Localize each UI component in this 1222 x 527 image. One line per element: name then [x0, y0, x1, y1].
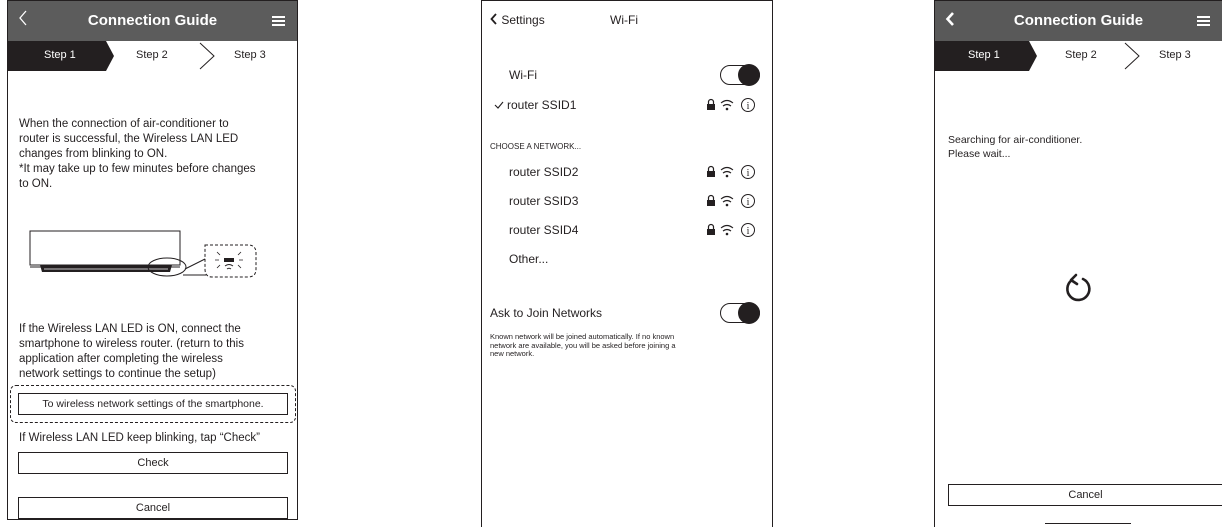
step-2-label: Step 2: [136, 49, 168, 61]
network-status-icons: i: [707, 165, 755, 179]
text-line: router is successful, the Wireless LAN L…: [19, 133, 239, 145]
lock-icon: [707, 200, 715, 206]
step-1-label: Step 1: [968, 49, 1000, 61]
led-on-instructions: If the Wireless LAN LED is ON, connect t…: [19, 322, 244, 382]
network-status-icons: i: [707, 223, 755, 237]
step-indicator: Step 1 Step 2 Step 3: [8, 41, 297, 71]
ask-to-join-note: Known network will be joined automatical…: [490, 332, 676, 359]
success-instructions: When the connection of air-conditioner t…: [19, 117, 256, 192]
step-chevron-icon: [1124, 42, 1140, 70]
wifi-toggle-row: Wi-Fi: [482, 63, 772, 87]
info-icon: i: [747, 197, 750, 208]
step-2-label: Step 2: [1065, 49, 1097, 61]
wifi-led-icon: [224, 258, 234, 262]
lock-icon: [707, 171, 715, 177]
network-status-icons: i: [707, 194, 755, 208]
lock-icon: [707, 104, 715, 110]
ask-to-join-label: Ask to Join Networks: [490, 306, 603, 320]
text-line: smartphone to wireless router. (return t…: [19, 338, 244, 350]
network-name: router SSID1: [507, 98, 577, 112]
text-line: If the Wireless LAN LED is ON, connect t…: [19, 323, 241, 335]
connection-guide-screen-searching: Connection Guide Step 1 Step 2 Step 3 Se…: [934, 0, 1222, 527]
step-3-label: Step 3: [1159, 49, 1191, 61]
cancel-button[interactable]: Cancel: [18, 497, 288, 519]
page-title: Connection Guide: [1013, 12, 1144, 29]
connected-network-row[interactable]: router SSID1 i: [482, 93, 772, 117]
page-title: Connection Guide: [87, 12, 218, 29]
air-conditioner-illustration: [29, 230, 257, 278]
hamburger-menu-icon[interactable]: [1197, 16, 1210, 26]
checkmark-icon: [494, 101, 504, 109]
text-line: *It may take up to few minutes before ch…: [19, 163, 256, 175]
step-indicator: Step 1 Step 2 Step 3: [935, 41, 1222, 71]
other-label: Other...: [509, 252, 549, 266]
app-header: Connection Guide: [8, 1, 297, 41]
settings-back-button[interactable]: Settings: [490, 13, 545, 27]
cancel-button[interactable]: Cancel: [948, 484, 1222, 506]
step-chevron-icon: [199, 42, 215, 70]
network-row[interactable]: router SSID4 i: [482, 218, 772, 242]
text-line: changes from blinking to ON.: [19, 148, 168, 160]
searching-message: Searching for air-conditioner. Please wa…: [948, 133, 1082, 161]
check-button[interactable]: Check: [18, 452, 288, 474]
network-row[interactable]: router SSID3 i: [482, 189, 772, 213]
ask-to-join-toggle[interactable]: [720, 302, 760, 324]
wifi-toggle[interactable]: [720, 64, 760, 86]
page-title: Wi-Fi: [610, 13, 638, 27]
wifi-signal-icon: [725, 107, 729, 111]
step-1-label: Step 1: [44, 49, 76, 61]
step-3-label: Step 3: [234, 49, 266, 61]
refresh-icon: [1066, 273, 1091, 302]
text-line: application after completing the wireles…: [19, 353, 223, 365]
wifi-signal-icon: [725, 203, 729, 207]
text-line: Searching for air-conditioner.: [948, 134, 1083, 146]
info-icon: i: [747, 101, 750, 112]
other-network-row[interactable]: Other...: [482, 247, 772, 271]
back-label: Settings: [501, 13, 545, 27]
network-name: router SSID2: [509, 165, 579, 179]
connection-guide-screen-step1: Connection Guide Step 1 Step 2 Step 3 Wh…: [7, 0, 298, 520]
wifi-signal-icon: [725, 174, 729, 178]
network-name: router SSID4: [509, 223, 579, 237]
wifi-settings-screen: Settings Wi-Fi Wi-Fi router SSID1 i CHOO…: [481, 0, 773, 527]
cut-off-button-edge: [1045, 523, 1131, 524]
check-hint: If Wireless LAN LED keep blinking, tap “…: [19, 432, 260, 444]
info-icon: i: [747, 168, 750, 179]
wifi-signal-icon: [725, 232, 729, 236]
app-header: Connection Guide: [935, 1, 1222, 41]
network-row[interactable]: router SSID2 i: [482, 160, 772, 184]
text-line: When the connection of air-conditioner t…: [19, 118, 229, 130]
text-line: new network.: [490, 349, 535, 358]
ask-to-join-row: Ask to Join Networks: [482, 301, 772, 325]
choose-network-header: CHOOSE A NETWORK...: [490, 142, 582, 151]
network-status-icons: i: [707, 98, 755, 112]
text-line: to ON.: [19, 178, 53, 190]
lock-icon: [707, 229, 715, 235]
info-icon: i: [747, 226, 750, 237]
wireless-settings-button[interactable]: To wireless network settings of the smar…: [18, 393, 288, 415]
network-name: router SSID3: [509, 194, 579, 208]
text-line: Please wait...: [948, 148, 1011, 160]
chevron-left-icon: [490, 13, 497, 25]
hamburger-menu-icon[interactable]: [272, 16, 285, 26]
text-line: network settings to continue the setup): [19, 368, 216, 380]
wifi-label: Wi-Fi: [509, 68, 537, 82]
